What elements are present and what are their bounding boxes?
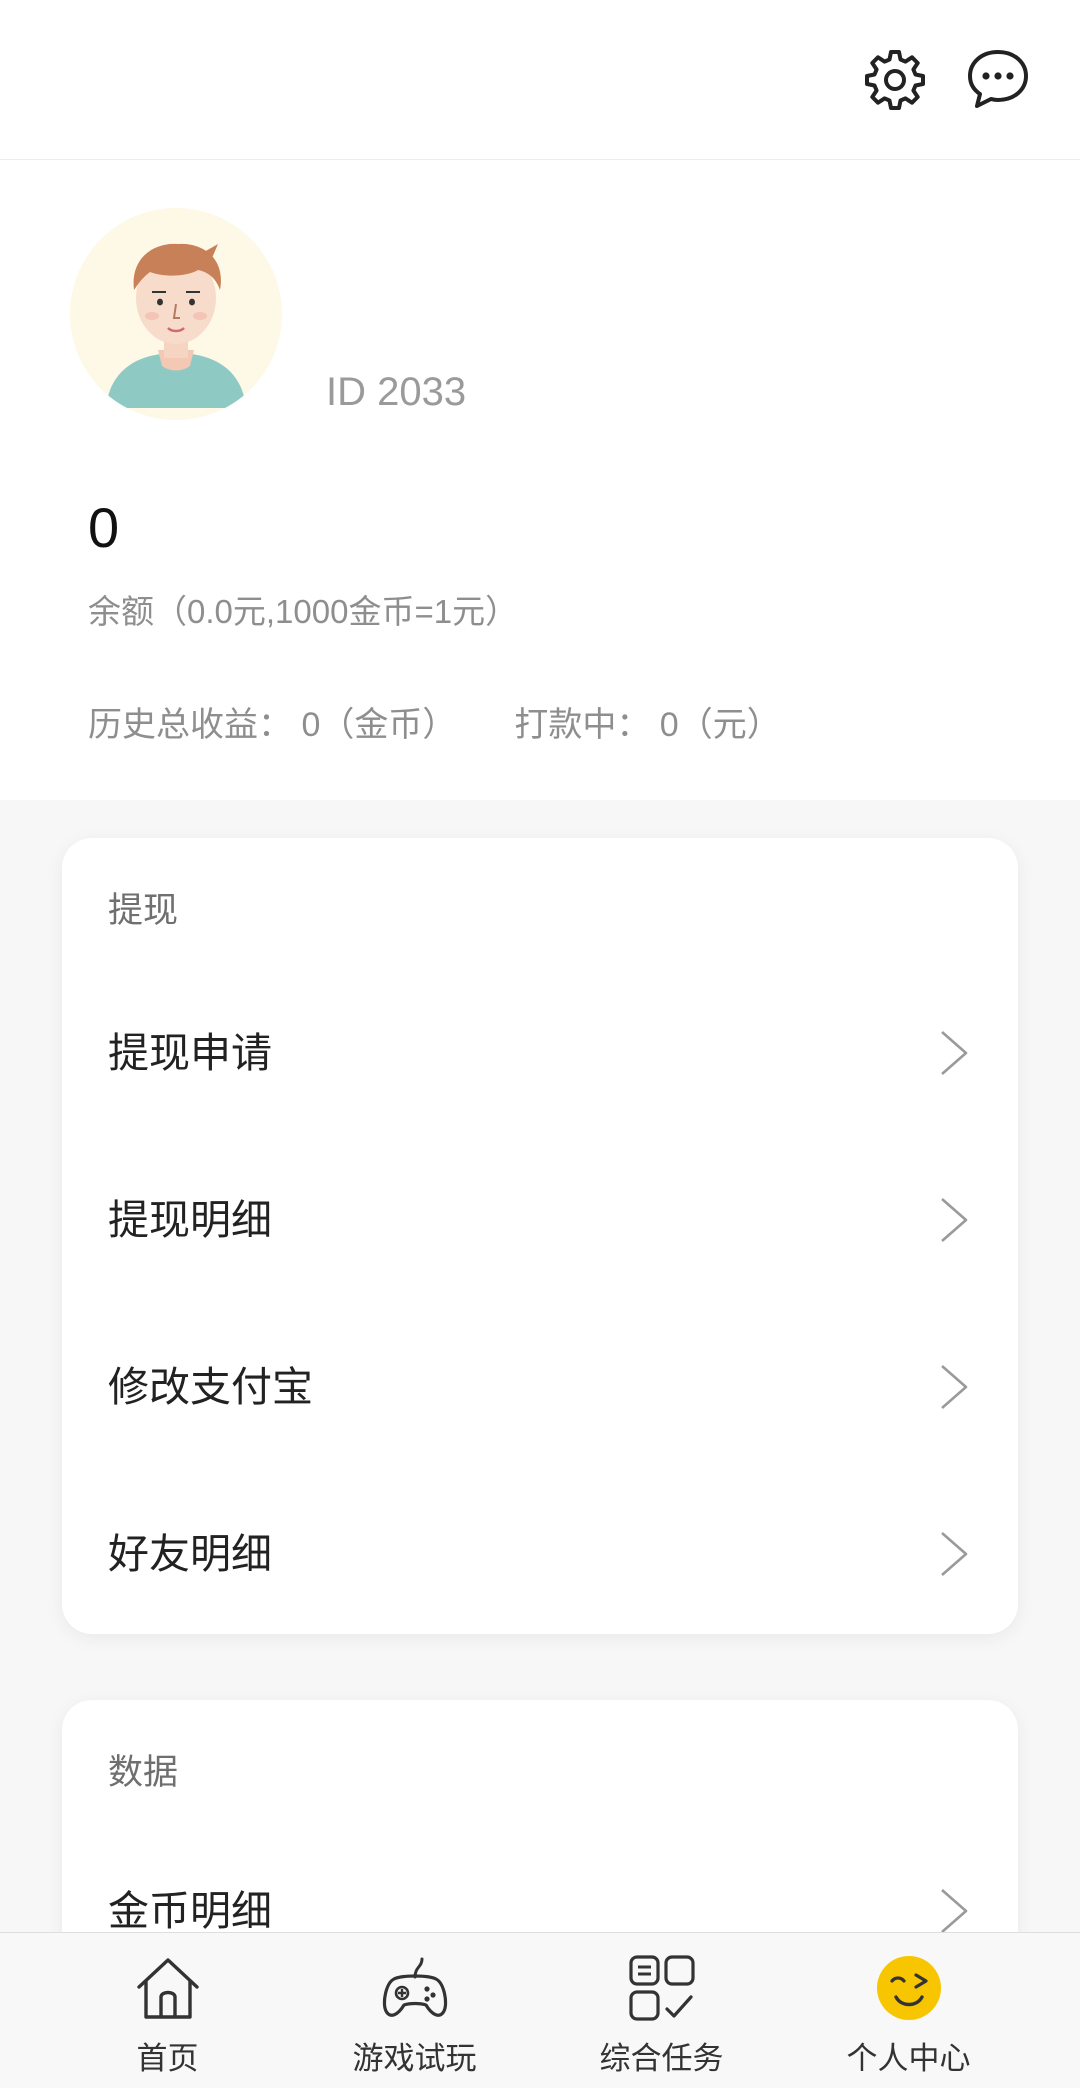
tab-label: 综合任务	[599, 2041, 724, 2076]
menu-item-edit-alipay[interactable]: 修改支付宝	[62, 1304, 1018, 1470]
menu-item-friend-details[interactable]: 好友明细	[62, 1471, 1018, 1637]
pending-payout: 打款中： 0（元）	[514, 706, 781, 744]
total-earnings: 历史总收益： 0（金币）	[88, 706, 457, 744]
withdraw-section-title: 提现	[108, 891, 179, 930]
tab-label: 个人中心	[846, 2041, 971, 2076]
home-icon	[133, 1953, 203, 2023]
withdraw-card: 提现 提现申请 提现明细 修改支付宝 好友明细	[62, 838, 1018, 1634]
chevron-right-icon	[928, 1529, 978, 1579]
balance-amount: 0	[88, 496, 120, 559]
chevron-right-icon	[928, 1886, 978, 1936]
wink-face-icon	[874, 1953, 944, 2023]
tab-personal-center[interactable]: 个人中心	[785, 1933, 1032, 2088]
menu-item-withdraw-apply[interactable]: 提现申请	[62, 970, 1018, 1136]
gamepad-icon	[380, 1953, 450, 2023]
chevron-right-icon	[928, 1028, 978, 1078]
bottom-tab-bar: 首页 游戏试玩 综合任务 个人中心	[0, 1932, 1080, 2088]
menu-item-label: 修改支付宝	[108, 1364, 313, 1410]
tasks-grid-icon	[627, 1953, 697, 2023]
gear-icon[interactable]	[862, 46, 928, 112]
data-section-title: 数据	[108, 1753, 179, 1792]
balance-description: 余额（0.0元,1000金币=1元）	[88, 593, 519, 630]
menu-item-label: 好友明细	[108, 1531, 272, 1577]
menu-item-label: 提现申请	[108, 1030, 272, 1076]
tab-home[interactable]: 首页	[44, 1933, 291, 2088]
tab-tasks[interactable]: 综合任务	[538, 1933, 785, 2088]
user-id: ID 2033	[326, 370, 467, 414]
tab-label: 首页	[136, 2041, 199, 2076]
profile-section: ID 2033 0 余额（0.0元,1000金币=1元） 历史总收益： 0（金币…	[0, 160, 1080, 800]
chevron-right-icon	[928, 1362, 978, 1412]
tab-game-trial[interactable]: 游戏试玩	[291, 1933, 538, 2088]
earnings-stats: 历史总收益： 0（金币） 打款中： 0（元）	[88, 697, 781, 746]
chevron-right-icon	[928, 1195, 978, 1245]
top-bar	[0, 0, 1080, 160]
menu-item-withdraw-details[interactable]: 提现明细	[62, 1137, 1018, 1303]
tab-label: 游戏试玩	[352, 2041, 477, 2076]
chat-bubble-icon[interactable]	[965, 46, 1031, 112]
avatar[interactable]	[70, 208, 282, 420]
menu-item-label: 提现明细	[108, 1197, 272, 1243]
